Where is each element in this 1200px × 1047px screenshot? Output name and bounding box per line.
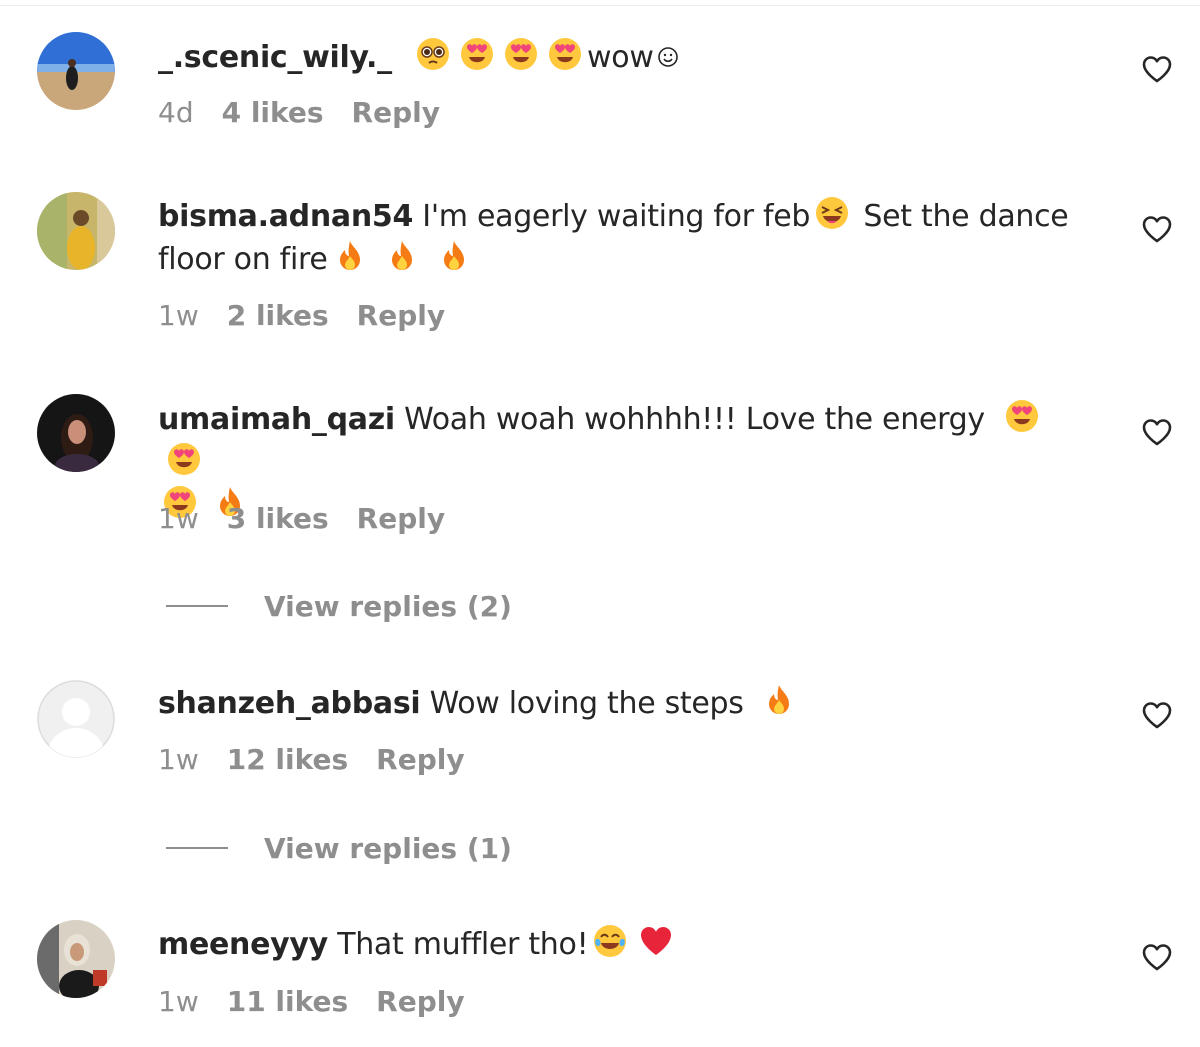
tears-of-joy-emoji bbox=[592, 923, 628, 959]
comment-body: wow bbox=[587, 40, 654, 75]
red-heart-emoji bbox=[638, 923, 674, 959]
reply-button[interactable]: Reply bbox=[376, 743, 464, 776]
comment-time: 1w bbox=[158, 299, 199, 332]
comment-likes[interactable]: 12 likes bbox=[227, 743, 348, 776]
heart-outline-icon[interactable] bbox=[1140, 212, 1174, 246]
comment-likes[interactable]: 2 likes bbox=[227, 299, 329, 332]
pleading-face-emoji bbox=[415, 36, 451, 72]
heart-outline-icon[interactable] bbox=[1140, 52, 1174, 86]
comment-likes[interactable]: 4 likes bbox=[222, 96, 324, 129]
comment-meta: 1w 11 likes Reply bbox=[158, 985, 493, 1018]
comment-body: floor on fire bbox=[158, 242, 328, 277]
heart-eyes-emoji bbox=[166, 441, 202, 477]
comment-username[interactable]: umaimah_qazi bbox=[158, 402, 395, 437]
comment-text: meeneyyy That muffler tho! bbox=[158, 923, 1078, 966]
fire-emoji bbox=[761, 682, 797, 718]
comment-text: _.scenic_wily._ wow bbox=[158, 36, 1078, 79]
heart-eyes-emoji bbox=[547, 36, 583, 72]
comment-meta: 1w 2 likes Reply bbox=[158, 299, 473, 332]
comment-username[interactable]: shanzeh_abbasi bbox=[158, 686, 421, 721]
comment-text: shanzeh_abbasi Wow loving the steps bbox=[158, 682, 1078, 725]
replies-divider bbox=[166, 605, 228, 607]
replies-divider bbox=[166, 847, 228, 849]
view-replies-label: View replies (2) bbox=[264, 589, 512, 623]
comment-username[interactable]: bisma.adnan54 bbox=[158, 199, 413, 234]
comment-time: 1w bbox=[158, 985, 199, 1018]
heart-eyes-emoji bbox=[459, 36, 495, 72]
comment-meta: 1w 3 likes Reply bbox=[158, 502, 473, 535]
reply-button[interactable]: Reply bbox=[352, 96, 440, 129]
comment-username[interactable]: meeneyyy bbox=[158, 927, 328, 962]
comment-time: 1w bbox=[158, 743, 199, 776]
heart-outline-icon[interactable] bbox=[1140, 940, 1174, 974]
comment-body: I'm eagerly waiting for feb bbox=[422, 199, 811, 234]
comment-likes[interactable]: 3 likes bbox=[227, 502, 329, 535]
fire-emoji bbox=[384, 238, 420, 274]
fire-emoji bbox=[436, 238, 472, 274]
view-replies-button[interactable]: View replies (2) bbox=[166, 586, 512, 626]
comment-body: Woah woah wohhhh!!! Love the energy bbox=[404, 402, 985, 437]
view-replies-label: View replies (1) bbox=[264, 831, 512, 865]
heart-eyes-emoji bbox=[1004, 398, 1040, 434]
comment-likes[interactable]: 11 likes bbox=[227, 985, 348, 1018]
avatar[interactable] bbox=[37, 192, 115, 270]
avatar[interactable] bbox=[37, 394, 115, 472]
comment-time: 4d bbox=[158, 96, 194, 129]
avatar[interactable] bbox=[37, 680, 115, 758]
comment-time: 1w bbox=[158, 502, 199, 535]
comment-meta: 1w 12 likes Reply bbox=[158, 743, 493, 776]
avatar[interactable] bbox=[37, 32, 115, 110]
comment-text: bisma.adnan54 I'm eagerly waiting for fe… bbox=[158, 195, 1078, 281]
reply-button[interactable]: Reply bbox=[376, 985, 464, 1018]
comment-body: That muffler tho! bbox=[337, 927, 589, 962]
smiley-outline-emoji bbox=[656, 45, 680, 69]
heart-outline-icon[interactable] bbox=[1140, 415, 1174, 449]
heart-eyes-emoji bbox=[503, 36, 539, 72]
comment-username[interactable]: _.scenic_wily._ bbox=[158, 40, 392, 75]
view-replies-button[interactable]: View replies (1) bbox=[166, 828, 512, 868]
heart-outline-icon[interactable] bbox=[1140, 698, 1174, 732]
comment-meta: 4d 4 likes Reply bbox=[158, 96, 468, 129]
top-divider bbox=[0, 0, 1200, 6]
comment-body: Set the dance bbox=[863, 199, 1069, 234]
grinning-squinting-emoji bbox=[814, 195, 850, 231]
comment-body: Wow loving the steps bbox=[429, 686, 744, 721]
avatar[interactable] bbox=[37, 920, 115, 998]
fire-emoji bbox=[332, 238, 368, 274]
reply-button[interactable]: Reply bbox=[357, 502, 445, 535]
reply-button[interactable]: Reply bbox=[357, 299, 445, 332]
